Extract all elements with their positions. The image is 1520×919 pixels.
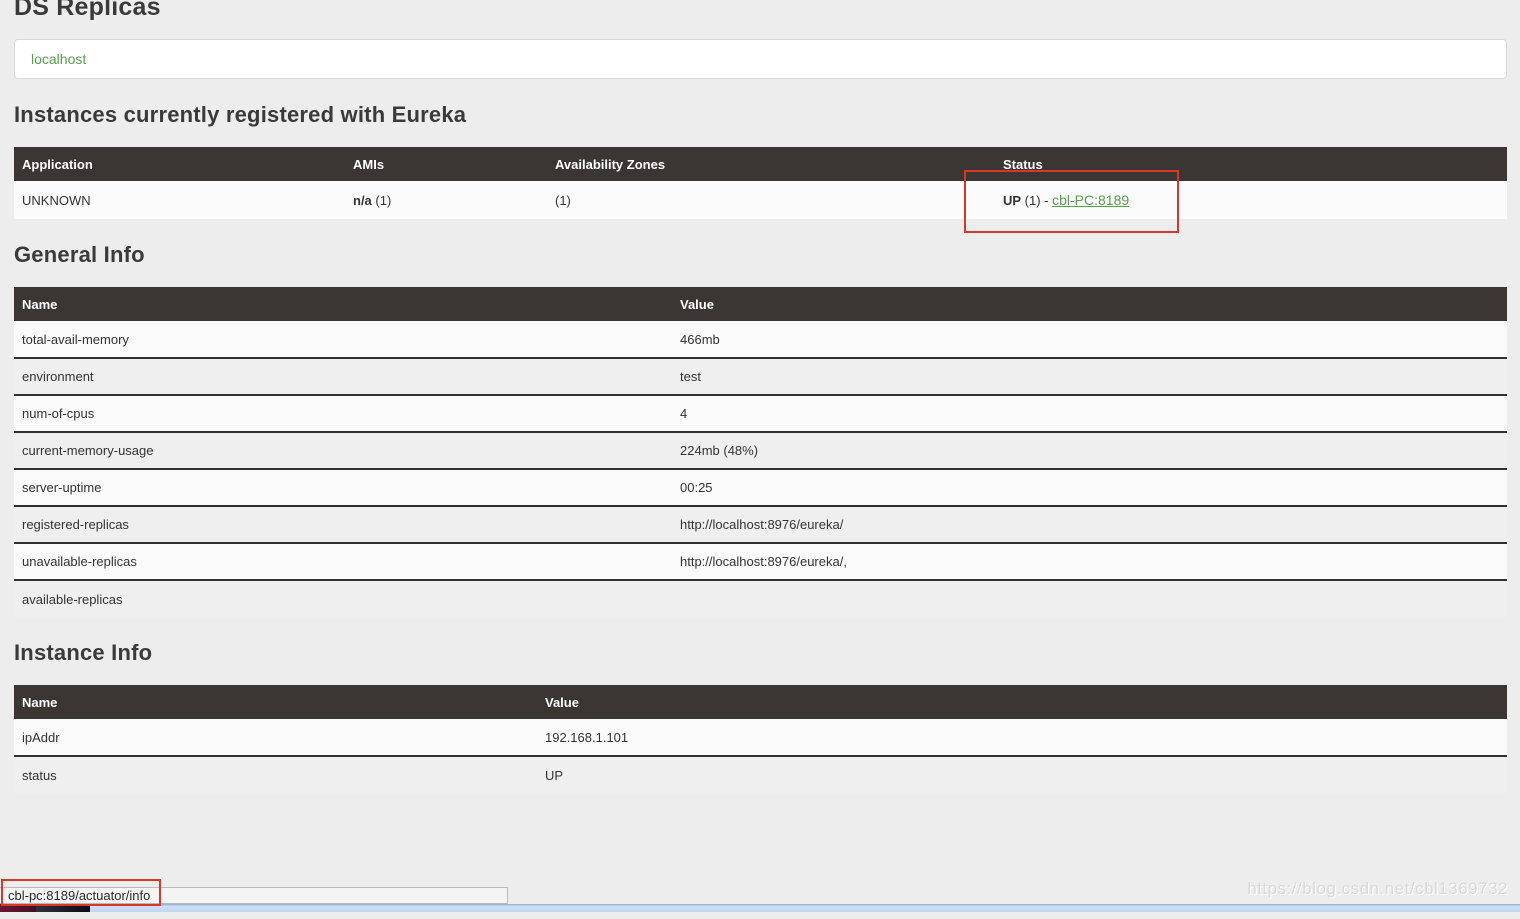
instance-info-section-title: Instance Info: [14, 640, 1520, 666]
replica-link-localhost[interactable]: localhost: [31, 51, 86, 67]
info-value: 466mb: [672, 321, 1507, 358]
table-row: environment test: [14, 358, 1507, 395]
blue-titlebar-segment: [90, 904, 1520, 912]
info-value: test: [672, 358, 1507, 395]
csdn-watermark: https://blog.csdn.net/cbl1369732: [1247, 879, 1508, 899]
instance-info-table: Name Value ipAddr 192.168.1.101 status U…: [14, 685, 1507, 793]
info-value: 4: [672, 395, 1507, 432]
col-availability-zones: Availability Zones: [547, 147, 995, 181]
general-info-section-title: General Info: [14, 242, 1520, 268]
info-value: 224mb (48%): [672, 432, 1507, 469]
info-name: num-of-cpus: [14, 395, 672, 432]
ds-replicas-panel: localhost: [14, 39, 1507, 79]
col-value: Value: [672, 287, 1507, 321]
page-title: DS Replicas: [14, 0, 1520, 22]
table-row: available-replicas: [14, 580, 1507, 617]
table-row: total-avail-memory 466mb: [14, 321, 1507, 358]
instance-info-header-row: Name Value: [14, 685, 1507, 719]
table-row: num-of-cpus 4: [14, 395, 1507, 432]
table-row: unavailable-replicas http://localhost:89…: [14, 543, 1507, 580]
info-value: 192.168.1.101: [537, 719, 1507, 756]
col-value: Value: [537, 685, 1507, 719]
instance-zones: (1): [547, 181, 995, 219]
info-name: ipAddr: [14, 719, 537, 756]
info-value: http://localhost:8976/eureka/: [672, 506, 1507, 543]
info-value: 00:25: [672, 469, 1507, 506]
instances-table: Application AMIs Availability Zones Stat…: [14, 147, 1507, 219]
general-info-header-row: Name Value: [14, 287, 1507, 321]
annotation-box-status: [964, 170, 1179, 233]
info-value: [672, 580, 1507, 617]
instance-application: UNKNOWN: [14, 181, 345, 219]
table-row: current-memory-usage 224mb (48%): [14, 432, 1507, 469]
col-application: Application: [14, 147, 345, 181]
col-name: Name: [14, 685, 537, 719]
col-name: Name: [14, 287, 672, 321]
col-amis: AMIs: [345, 147, 547, 181]
info-value: UP: [537, 756, 1507, 793]
table-row: server-uptime 00:25: [14, 469, 1507, 506]
table-row: registered-replicas http://localhost:897…: [14, 506, 1507, 543]
info-name: current-memory-usage: [14, 432, 672, 469]
annotation-box-url: [1, 879, 161, 906]
info-name: unavailable-replicas: [14, 543, 672, 580]
info-name: server-uptime: [14, 469, 672, 506]
info-name: available-replicas: [14, 580, 672, 617]
instances-header-row: Application AMIs Availability Zones Stat…: [14, 147, 1507, 181]
info-name: environment: [14, 358, 672, 395]
info-name: total-avail-memory: [14, 321, 672, 358]
general-info-table: Name Value total-avail-memory 466mb envi…: [14, 287, 1507, 617]
table-row: ipAddr 192.168.1.101: [14, 719, 1507, 756]
bottom-window-edge: [0, 904, 1520, 912]
instances-section-title: Instances currently registered with Eure…: [14, 102, 1520, 128]
table-row: status UP: [14, 756, 1507, 793]
info-name: status: [14, 756, 537, 793]
info-value: http://localhost:8976/eureka/,: [672, 543, 1507, 580]
info-name: registered-replicas: [14, 506, 672, 543]
instance-amis: n/a (1): [345, 181, 547, 219]
instance-row: UNKNOWN n/a (1) (1) UP (1) - cbl-PC:8189: [14, 181, 1507, 219]
